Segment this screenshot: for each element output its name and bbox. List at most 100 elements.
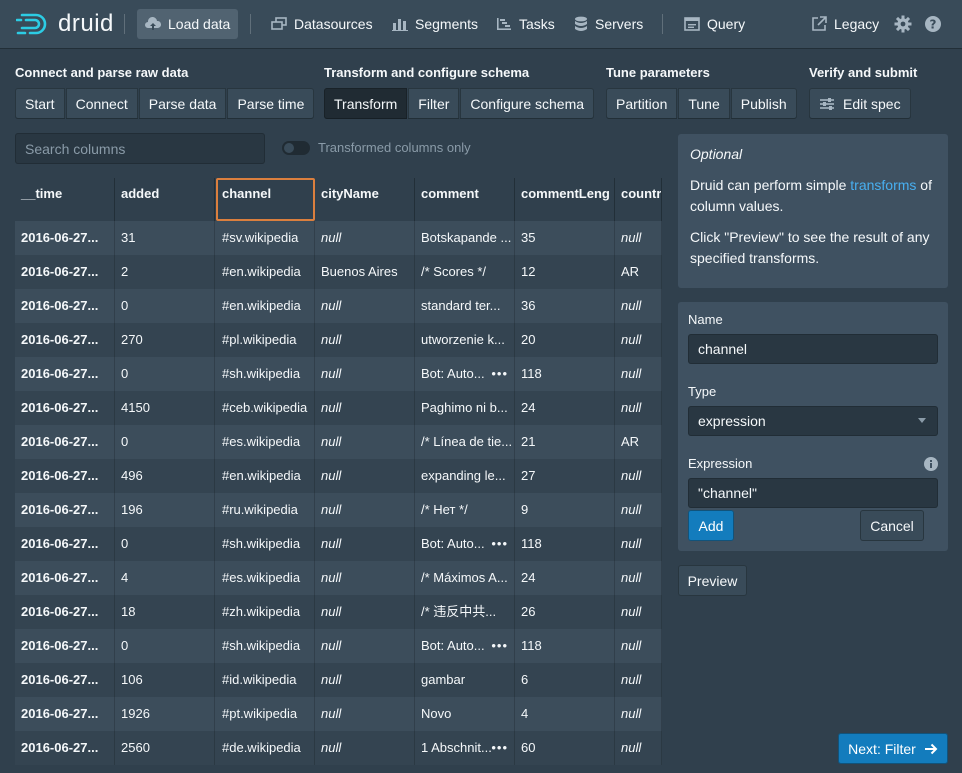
cell-text: null — [621, 604, 642, 619]
cell-channel: #en.wikipedia — [216, 255, 315, 289]
column-header-time[interactable]: __time — [15, 178, 115, 221]
cell-cityname: null — [315, 731, 415, 765]
cell-text: #ceb.wikipedia — [222, 400, 308, 415]
type-select[interactable]: expression — [688, 406, 938, 436]
cell-country: AR — [615, 255, 662, 289]
cell-time: 2016-06-27... — [15, 425, 115, 459]
column-header-channel[interactable]: channel — [216, 178, 315, 221]
legacy-button[interactable]: Legacy — [803, 9, 887, 39]
nav-datasources[interactable]: Datasources — [263, 9, 381, 39]
cancel-button[interactable]: Cancel — [860, 510, 924, 541]
cell-text: Buenos Aires — [321, 264, 398, 279]
cell-added: 0 — [115, 289, 215, 323]
cell-text: 270 — [121, 332, 143, 347]
step-group-title: Connect and parse raw data — [15, 65, 189, 80]
nav-tasks[interactable]: Tasks — [488, 9, 563, 39]
cell-text: 1926 — [121, 706, 150, 721]
preview-button[interactable]: Preview — [678, 565, 747, 596]
cell-time: 2016-06-27... — [15, 493, 115, 527]
cell-text: 118 — [521, 638, 542, 653]
transforms-link[interactable]: transforms — [850, 177, 916, 193]
step-tune-button[interactable]: Tune — [678, 88, 731, 119]
search-columns-input[interactable] — [15, 133, 265, 164]
step-partition-button[interactable]: Partition — [606, 88, 679, 119]
table-row: 2016-06-27... 0 #sh.wikipedia null Bot: Auto… — [15, 357, 662, 391]
settings-button[interactable] — [891, 12, 915, 36]
cell-channel: #ceb.wikipedia — [216, 391, 315, 425]
nav-load-data[interactable]: Load data — [137, 9, 239, 39]
column-header-commentlength[interactable]: commentLeng — [515, 178, 615, 221]
step-connect-button[interactable]: Connect — [65, 88, 139, 119]
step-configure-schema-button[interactable]: Configure schema — [460, 88, 595, 119]
cell-text: 31 — [121, 230, 136, 245]
more-icon[interactable]: ••• — [491, 357, 508, 391]
transformed-only-switch[interactable] — [282, 141, 310, 155]
nav-query[interactable]: Query — [676, 9, 753, 39]
step-parse-data-button[interactable]: Parse data — [138, 88, 228, 119]
step-start-button[interactable]: Start — [15, 88, 66, 119]
cell-time: 2016-06-27... — [15, 221, 115, 255]
cell-time: 2016-06-27... — [15, 459, 115, 493]
step-edit-spec-button[interactable]: Edit spec — [809, 88, 911, 119]
cell-text: null — [321, 706, 342, 721]
nav-servers[interactable]: Servers — [566, 9, 651, 39]
cell-text: /* 违反中共... — [421, 604, 497, 619]
help-button[interactable]: ? — [921, 12, 945, 36]
cell-cityname: null — [315, 221, 415, 255]
add-transform-button[interactable]: Add — [688, 510, 734, 541]
edit-spec-label: Edit spec — [843, 95, 901, 112]
cell-text: #sh.wikipedia — [222, 366, 301, 381]
cell-comment: /* Scores */ — [415, 255, 515, 289]
step-filter-button[interactable]: Filter — [408, 88, 461, 119]
cell-text: 4 — [521, 706, 529, 721]
column-header-added[interactable]: added — [115, 178, 215, 221]
cell-channel: #ru.wikipedia — [216, 493, 315, 527]
name-input[interactable]: channel — [688, 334, 938, 364]
cell-text: gambar — [421, 672, 466, 687]
cell-channel: #sh.wikipedia — [216, 629, 315, 663]
cell-country: null — [615, 595, 662, 629]
cell-country: null — [615, 323, 662, 357]
cell-text: null — [621, 536, 642, 551]
more-icon[interactable]: ••• — [491, 527, 508, 561]
column-header-cityname[interactable]: cityName — [315, 178, 415, 221]
cell-time: 2016-06-27... — [15, 527, 115, 561]
step-publish-button[interactable]: Publish — [730, 88, 797, 119]
expression-input[interactable]: "channel" — [688, 478, 938, 508]
cell-text: 196 — [121, 502, 143, 517]
cell-comment: Bot: Auto... ••• — [415, 527, 515, 561]
cloud-upload-icon — [145, 17, 161, 30]
cell-text: 0 — [121, 638, 129, 653]
step-transform-button[interactable]: Transform — [324, 88, 409, 119]
cell-comment: /* Línea de tie... — [415, 425, 515, 459]
cell-commentlength: 6 — [515, 663, 615, 697]
cell-text: 2016-06-27... — [21, 366, 99, 381]
transform-description: Druid can perform simple transforms of c… — [690, 175, 936, 217]
arrow-right-icon — [924, 743, 938, 754]
column-header-country[interactable]: countr — [615, 178, 662, 221]
settings-sliders-icon — [820, 97, 834, 110]
more-icon[interactable]: ••• — [491, 731, 508, 765]
column-header-comment[interactable]: comment — [415, 178, 515, 221]
cell-text: 2016-06-27... — [21, 434, 99, 449]
next-filter-button[interactable]: Next: Filter — [838, 733, 948, 764]
info-sign-icon[interactable] — [924, 457, 938, 471]
nav-segments[interactable]: Segments — [384, 9, 486, 39]
step-parse-time-button[interactable]: Parse time — [227, 88, 315, 119]
cell-text: 20 — [521, 332, 536, 347]
cell-comment: expanding le... — [415, 459, 515, 493]
cell-country: null — [615, 629, 662, 663]
name-label: Name — [688, 312, 723, 327]
database-icon — [575, 16, 587, 31]
cell-time: 2016-06-27... — [15, 391, 115, 425]
cell-text: Paghimo ni b... — [421, 400, 508, 415]
step-group-title: Transform and configure schema — [324, 65, 530, 80]
cell-country: null — [615, 391, 662, 425]
cell-comment: utworzenie k... — [415, 323, 515, 357]
druid-logo[interactable]: druid — [16, 8, 114, 40]
cell-cityname: null — [315, 493, 415, 527]
step-group-connect: Connect and parse raw data Start Connect… — [15, 64, 315, 119]
cell-text: #en.wikipedia — [222, 468, 301, 483]
cell-commentlength: 35 — [515, 221, 615, 255]
more-icon[interactable]: ••• — [491, 629, 508, 663]
